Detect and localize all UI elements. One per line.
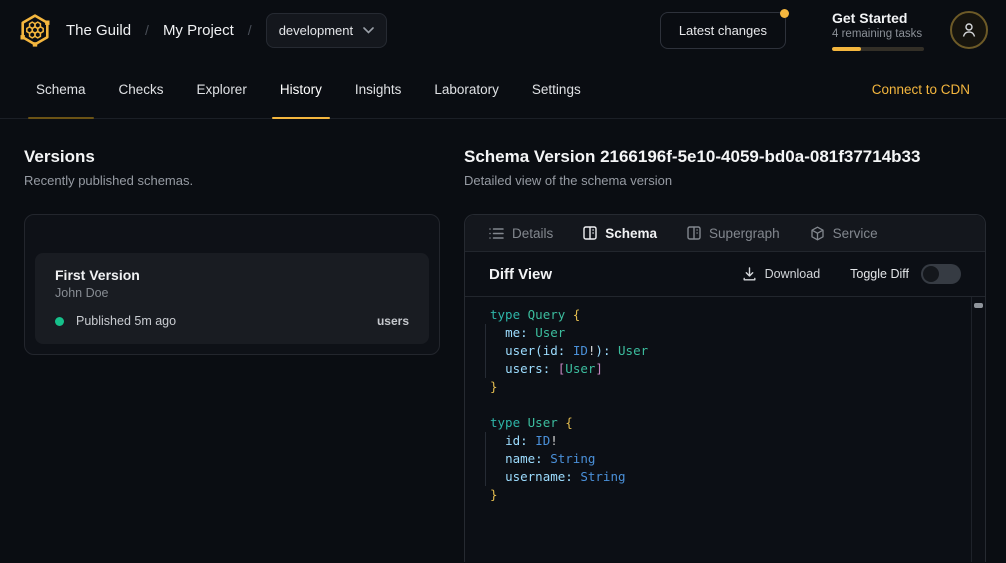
breadcrumb-separator: / <box>145 22 149 38</box>
chevron-down-icon <box>363 27 374 34</box>
nav-tab-label: Explorer <box>197 82 247 97</box>
versions-list-card: First Version John Doe Published 5m ago … <box>24 214 440 355</box>
nav-tab-settings[interactable]: Settings <box>532 60 581 118</box>
version-status: Published 5m ago <box>76 314 176 328</box>
target-selector-dropdown[interactable]: development <box>266 13 387 48</box>
schema-code[interactable]: type Query { me: User user(id: ID!): Use… <box>465 297 971 562</box>
code-line: } <box>490 486 961 504</box>
get-started-widget[interactable]: Get Started 4 remaining tasks <box>832 10 924 51</box>
tab-supergraph[interactable]: Supergraph <box>687 226 780 241</box>
breadcrumb-project[interactable]: My Project <box>163 22 234 39</box>
version-author: John Doe <box>55 286 409 300</box>
code-line <box>490 396 961 414</box>
schema-version-subtitle: Detailed view of the schema version <box>464 173 986 188</box>
service-badge: users <box>377 314 409 328</box>
diff-view-header: Diff View Download Toggle Diff <box>465 252 985 297</box>
version-name: First Version <box>55 267 409 283</box>
schema-version-title: Schema Version 2166196f-5e10-4059-bd0a-0… <box>464 147 986 167</box>
code-line: users: [User] <box>490 360 961 378</box>
breadcrumb-separator: / <box>248 22 252 38</box>
latest-changes-button[interactable]: Latest changes <box>660 12 786 49</box>
columns-icon <box>583 226 597 240</box>
nav-tab-insights[interactable]: Insights <box>355 60 402 118</box>
target-selector-value: development <box>279 23 353 38</box>
download-button[interactable]: Download <box>743 267 821 281</box>
nav-tab-label: Checks <box>119 82 164 97</box>
code-line: type User { <box>490 414 961 432</box>
version-list-item[interactable]: First Version John Doe Published 5m ago … <box>35 253 429 344</box>
schema-code-viewer: type Query { me: User user(id: ID!): Use… <box>465 297 985 562</box>
get-started-progressbar <box>832 47 924 51</box>
list-icon <box>489 227 504 240</box>
tab-label: Details <box>512 226 553 241</box>
indent-guide <box>485 324 486 378</box>
link-icon <box>849 82 864 97</box>
connect-to-cdn-label: Connect to CDN <box>872 82 970 97</box>
main-content: Versions Recently published schemas. Fir… <box>0 119 1006 562</box>
download-icon <box>743 267 756 281</box>
nav-tab-laboratory[interactable]: Laboratory <box>434 60 499 118</box>
hive-honeycomb-logo-icon[interactable] <box>18 13 52 47</box>
code-line: me: User <box>490 324 961 342</box>
nav-tab-checks[interactable]: Checks <box>119 60 164 118</box>
schema-detail-panel: Details Schema Supergraph Service Diff View… <box>464 214 986 562</box>
tab-service[interactable]: Service <box>810 226 878 241</box>
nav-tab-underline <box>28 117 94 119</box>
nav-tab-label: Schema <box>36 82 86 97</box>
toggle-knob <box>923 266 939 282</box>
diff-view-title: Diff View <box>489 266 552 283</box>
nav-tab-explorer[interactable]: Explorer <box>197 60 247 118</box>
versions-title: Versions <box>24 147 440 167</box>
version-detail-column: Schema Version 2166196f-5e10-4059-bd0a-0… <box>464 147 986 562</box>
versions-subtitle: Recently published schemas. <box>24 173 440 188</box>
diff-actions: Download Toggle Diff <box>743 264 961 284</box>
tab-label: Schema <box>605 226 657 241</box>
get-started-subtitle: 4 remaining tasks <box>832 28 924 40</box>
notification-dot <box>780 9 789 18</box>
tab-label: Supergraph <box>709 226 780 241</box>
connect-to-cdn-link[interactable]: Connect to CDN <box>849 82 970 97</box>
nav-tab-label: Settings <box>532 82 581 97</box>
toggle-diff-label: Toggle Diff <box>850 267 909 281</box>
code-line: type Query { <box>490 306 961 324</box>
primary-nav: Schema Checks Explorer History Insights Labor… <box>0 60 1006 119</box>
get-started-title: Get Started <box>832 10 924 26</box>
latest-changes-label: Latest changes <box>679 23 767 38</box>
tab-schema[interactable]: Schema <box>583 226 657 241</box>
code-line: } <box>490 378 961 396</box>
nav-tab-label: Insights <box>355 82 402 97</box>
nav-tab-history[interactable]: History <box>280 60 322 118</box>
nav-tab-underline <box>272 117 330 119</box>
nav-tab-schema[interactable]: Schema <box>36 60 86 118</box>
nav-tab-label: History <box>280 82 322 97</box>
download-label: Download <box>765 267 821 281</box>
code-scrollbar-thumb[interactable] <box>974 303 983 308</box>
app-header: The Guild / My Project / development Lat… <box>0 0 1006 60</box>
toggle-diff-switch[interactable] <box>921 264 961 284</box>
tab-details[interactable]: Details <box>489 226 553 241</box>
get-started-progress-fill <box>832 47 861 51</box>
code-line: name: String <box>490 450 961 468</box>
code-line: username: String <box>490 468 961 486</box>
code-scrollbar-track[interactable] <box>971 297 985 562</box>
breadcrumb-org[interactable]: The Guild <box>66 22 131 39</box>
indent-guide <box>485 432 486 486</box>
cube-icon <box>810 226 825 241</box>
tab-label: Service <box>833 226 878 241</box>
version-meta-row: Published 5m ago users <box>55 314 409 328</box>
published-status-dot <box>55 317 64 326</box>
code-line: id: ID! <box>490 432 961 450</box>
versions-column: Versions Recently published schemas. Fir… <box>24 147 440 562</box>
breadcrumb: The Guild / My Project / <box>66 22 266 39</box>
person-icon <box>960 21 978 39</box>
code-line: user(id: ID!): User <box>490 342 961 360</box>
columns-icon <box>687 226 701 240</box>
detail-tabstrip: Details Schema Supergraph Service <box>465 215 985 252</box>
user-avatar[interactable] <box>950 11 988 49</box>
nav-tab-label: Laboratory <box>434 82 499 97</box>
